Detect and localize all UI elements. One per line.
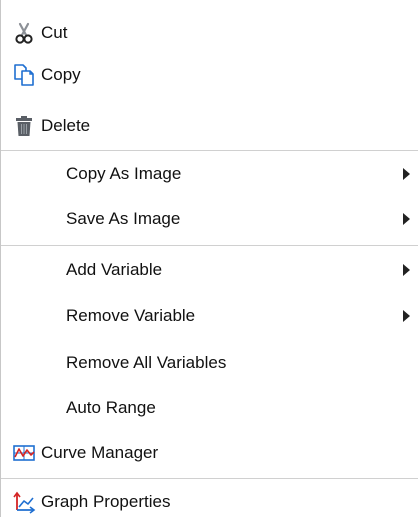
- menu-item-label: Cut: [41, 23, 68, 42]
- menu-item-label: Remove All Variables: [66, 353, 227, 372]
- submenu-arrow-icon: [403, 264, 410, 276]
- graph-properties-icon: [11, 489, 37, 515]
- copy-icon: [11, 62, 37, 88]
- context-menu: Cut Copy Delete Copy As Image Save As Im…: [0, 0, 418, 517]
- menu-item-label: Delete: [41, 116, 91, 135]
- submenu-arrow-icon: [403, 213, 410, 225]
- menu-item-curve-manager[interactable]: Curve Manager: [1, 433, 418, 473]
- submenu-arrow-icon: [403, 310, 410, 322]
- scissors-icon: [11, 20, 37, 46]
- trash-icon: [11, 113, 37, 139]
- menu-item-remove-all-variables[interactable]: Remove All Variables: [1, 343, 418, 383]
- menu-item-remove-variable[interactable]: Remove Variable: [1, 296, 418, 336]
- menu-item-label: Graph Properties: [41, 492, 171, 511]
- menu-item-label: Auto Range: [66, 398, 156, 417]
- menu-item-label: Curve Manager: [41, 443, 159, 462]
- menu-item-graph-properties[interactable]: Graph Properties: [1, 482, 418, 522]
- menu-item-label: Copy As Image: [66, 164, 182, 183]
- menu-item-label: Copy: [41, 65, 81, 84]
- menu-item-copy-as-image[interactable]: Copy As Image: [1, 154, 418, 194]
- menu-item-cut[interactable]: Cut: [1, 13, 418, 53]
- menu-item-add-variable[interactable]: Add Variable: [1, 250, 418, 290]
- menu-item-delete[interactable]: Delete: [1, 106, 418, 146]
- curve-manager-icon: [11, 440, 37, 466]
- menu-item-label: Add Variable: [66, 260, 163, 279]
- menu-separator: [1, 245, 418, 246]
- menu-item-label: Remove Variable: [66, 306, 196, 325]
- menu-item-save-as-image[interactable]: Save As Image: [1, 199, 418, 239]
- menu-separator: [1, 478, 418, 479]
- menu-item-auto-range[interactable]: Auto Range: [1, 388, 418, 428]
- submenu-arrow-icon: [403, 168, 410, 180]
- menu-item-copy[interactable]: Copy: [1, 55, 418, 95]
- menu-separator: [1, 150, 418, 151]
- menu-item-label: Save As Image: [66, 209, 181, 228]
